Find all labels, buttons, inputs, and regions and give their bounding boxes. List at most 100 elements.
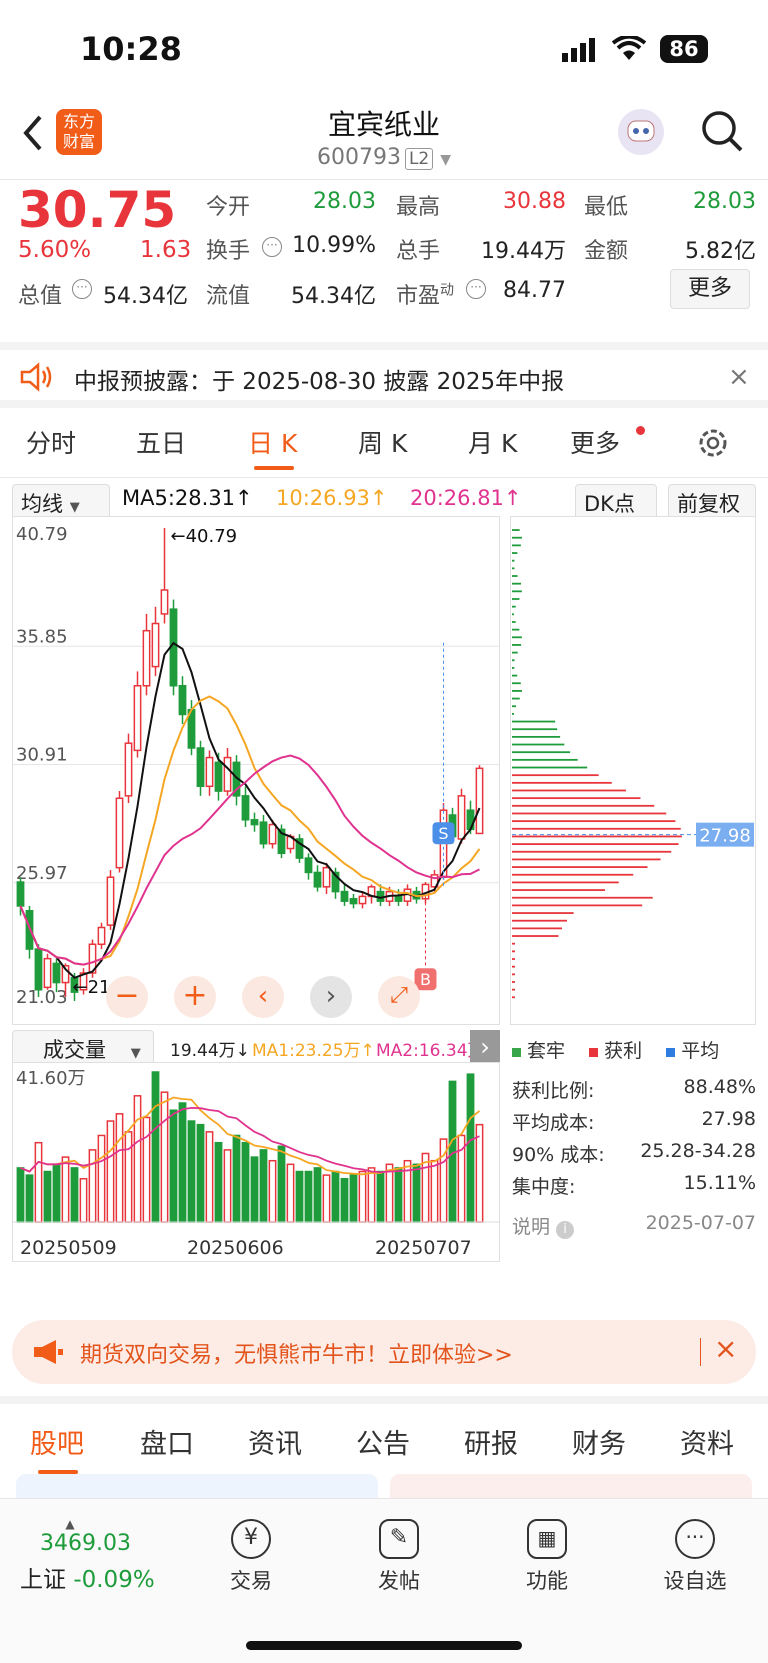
pe-value: 84.77: [503, 278, 566, 303]
more-button[interactable]: 更多: [670, 269, 750, 309]
info-circle-icon[interactable]: ···: [466, 279, 486, 299]
candlestick-chart[interactable]: 40.7935.8530.9125.9721.03←40.79←21.03SB: [12, 516, 500, 1025]
info-circle-icon[interactable]: ···: [72, 279, 92, 299]
change-percent: 5.60%: [18, 237, 92, 263]
high-value: 30.88: [503, 189, 566, 214]
grid-icon: ▦: [527, 1519, 567, 1559]
volume-bar: [340, 1177, 349, 1223]
index-widget[interactable]: ▲ 3469.03 上证 -0.09%: [20, 1517, 180, 1594]
amount-value: 5.82亿: [685, 239, 756, 264]
ma5-value: MA5:28.31↑: [122, 486, 253, 510]
gear-icon[interactable]: [696, 426, 730, 460]
candle-body: [214, 761, 223, 792]
close-icon[interactable]: ×: [728, 362, 750, 392]
chip-row-value: 15.11%: [683, 1172, 756, 1194]
profile-bar: [512, 536, 522, 539]
tab-finance[interactable]: 财务: [572, 1422, 626, 1461]
volume-bar: [394, 1167, 403, 1223]
megaphone-icon: [32, 1338, 64, 1366]
pe-label: 市盈动: [396, 282, 455, 309]
buy-signal-text: B: [420, 970, 431, 989]
more-dots-icon: ···: [675, 1519, 715, 1559]
low-value: 28.03: [693, 189, 756, 214]
candle-body: [124, 742, 133, 797]
volume-bar: [331, 1170, 340, 1223]
chip-note[interactable]: 说明 i: [512, 1212, 575, 1239]
candle-body: [259, 821, 268, 845]
volume-bar: [178, 1102, 187, 1223]
close-icon[interactable]: ×: [714, 1332, 737, 1365]
zoom-in-button[interactable]: +: [174, 976, 216, 1018]
date-axis-label: 20250707: [375, 1237, 472, 1259]
promo-banner[interactable]: 期货双向交易，无惧熊市牛市！立即体验>> ×: [12, 1320, 756, 1384]
tab-announcements[interactable]: 公告: [356, 1422, 410, 1461]
candle-body: [196, 747, 205, 788]
tab-weekly-k[interactable]: 周 K: [358, 424, 407, 460]
tab-daily-k[interactable]: 日 K: [248, 424, 297, 460]
trade-button[interactable]: ¥ 交易: [196, 1519, 306, 1595]
profile-bar: [512, 965, 515, 968]
volume-bar: [277, 1145, 286, 1223]
volume-bar: [358, 1170, 367, 1223]
active-tab-indicator: [254, 466, 294, 470]
tab-news[interactable]: 资讯: [248, 1422, 302, 1461]
profile-bar: [512, 950, 515, 953]
index-name: 上证: [20, 1567, 66, 1593]
search-icon[interactable]: [700, 109, 744, 153]
scroll-left-button[interactable]: ‹: [242, 976, 284, 1018]
notice-bar[interactable]: 中报预披露：于 2025-08-30 披露 2025年中报 ×: [0, 342, 768, 408]
average-legend-icon: [666, 1048, 676, 1057]
post-button[interactable]: ✎ 发帖: [344, 1519, 454, 1595]
volume-chart[interactable]: 41.60万 20250509 20250606 20250707: [12, 1062, 500, 1262]
profile-bar: [512, 889, 606, 891]
red-dot-badge: [636, 426, 645, 435]
candle-body: [151, 622, 160, 668]
candle-body: [268, 823, 277, 845]
wifi-icon: [611, 34, 647, 62]
profile-bar: [512, 575, 518, 577]
robot-avatar-icon[interactable]: [618, 109, 664, 155]
tab-five-day[interactable]: 五日: [136, 424, 186, 460]
tab-monthly-k[interactable]: 月 K: [468, 424, 517, 460]
zoom-out-button[interactable]: −: [106, 976, 148, 1018]
profile-bar: [512, 529, 520, 531]
tab-profile[interactable]: 资料: [680, 1422, 734, 1461]
info-circle-icon[interactable]: ···: [262, 237, 282, 257]
profile-bar: [512, 789, 626, 792]
volume-bar: [376, 1170, 385, 1223]
tab-intraday[interactable]: 分时: [26, 424, 76, 460]
functions-button[interactable]: ▦ 功能: [492, 1519, 602, 1595]
chevron-right-icon[interactable]: ›: [470, 1030, 500, 1066]
tab-guba[interactable]: 股吧: [30, 1422, 84, 1461]
profile-bar: [512, 598, 520, 600]
open-value: 28.03: [313, 189, 376, 214]
volume-bar: [232, 1134, 241, 1223]
scroll-right-button[interactable]: ›: [310, 976, 352, 1018]
add-watchlist-button[interactable]: ··· 设自选: [640, 1519, 750, 1595]
volume-bar: [133, 1095, 142, 1223]
profile-bar: [512, 812, 667, 815]
status-bar: 10:28 86: [0, 0, 768, 95]
volume-bar: [475, 1123, 484, 1223]
tab-research[interactable]: 研报: [464, 1422, 518, 1461]
volume-bar: [286, 1163, 295, 1223]
date-axis-label: 20250606: [187, 1237, 284, 1259]
candle-body: [133, 684, 142, 752]
candle-body: [457, 795, 466, 840]
price-axis-label: 40.79: [16, 524, 68, 545]
tab-more[interactable]: 更多: [570, 424, 620, 460]
fullscreen-button[interactable]: ⤢: [378, 976, 420, 1018]
volume-bar: [205, 1131, 214, 1223]
candle-body: [322, 866, 331, 888]
ma20-value: 20:26.81↑: [410, 486, 522, 510]
profile-bar: [512, 927, 563, 930]
candle-body: [241, 795, 250, 821]
volume-ma1: MA1:23.25万↑: [252, 1041, 375, 1061]
profile-bar: [512, 659, 515, 662]
notice-text: 中报预披露：于 2025-08-30 披露 2025年中报: [74, 369, 565, 395]
volume-profile-chart: 27.98: [510, 516, 756, 1025]
volume-bar: [295, 1170, 304, 1223]
profile-bar: [512, 996, 515, 999]
volume-label: 总手: [396, 239, 441, 264]
tab-pankou[interactable]: 盘口: [140, 1422, 194, 1461]
